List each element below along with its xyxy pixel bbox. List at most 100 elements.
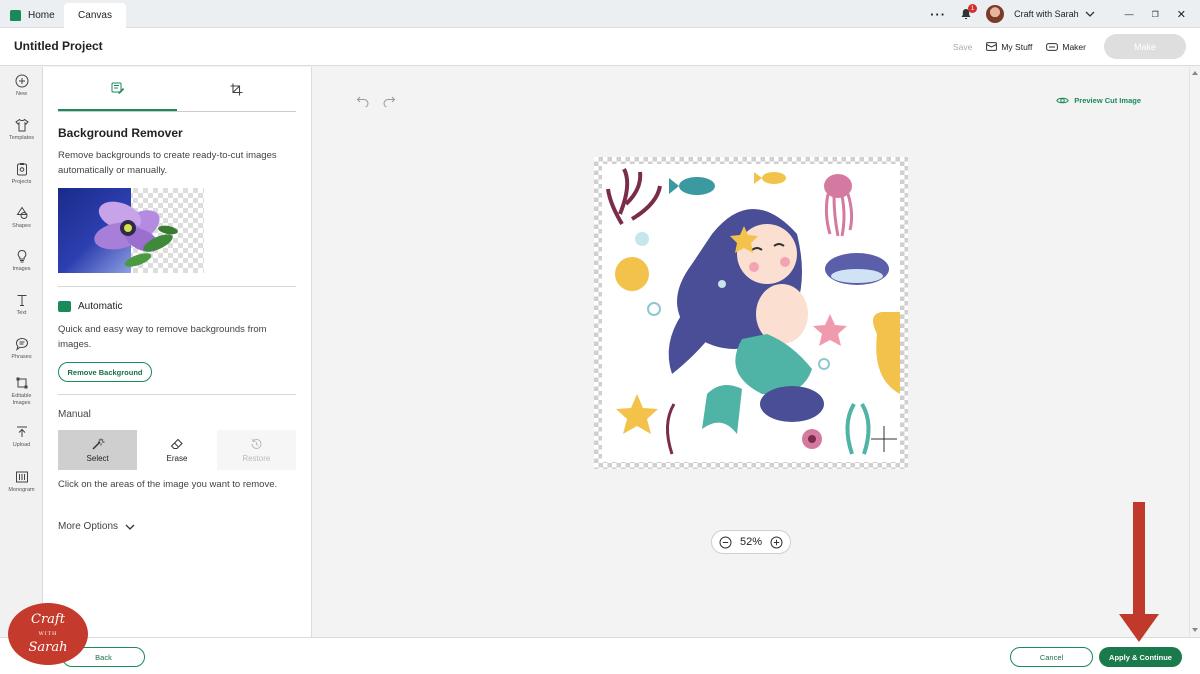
nav-phrases-label: Phrases [11, 354, 32, 360]
nav-text-label: Text [16, 310, 27, 316]
mermaid-image[interactable] [602, 164, 900, 462]
nav-text[interactable]: Text [0, 293, 43, 316]
cancel-button[interactable]: Cancel [1010, 647, 1093, 667]
more-options-toggle[interactable]: More Options [58, 521, 135, 532]
upload-icon [16, 426, 27, 437]
project-header: Untitled Project Save My Stuff Maker Mak… [0, 28, 1200, 66]
tab-canvas[interactable]: Canvas [64, 3, 126, 28]
zoom-out-icon[interactable] [719, 536, 732, 549]
nav-new[interactable]: New [0, 74, 43, 97]
home-icon [10, 10, 21, 21]
craft-with-sarah-logo: Craft WITH Sarah [8, 603, 88, 665]
panel-title: Background Remover [58, 126, 183, 140]
restore-tool-button[interactable]: Restore [216, 430, 296, 470]
plus-circle-icon [15, 74, 28, 88]
scroll-down-icon[interactable] [1191, 627, 1199, 633]
erase-tool-button[interactable]: Erase [137, 430, 216, 470]
account-name[interactable]: Craft with Sarah [1014, 9, 1079, 19]
nav-upload[interactable]: Upload [0, 425, 43, 448]
scroll-up-icon[interactable] [1191, 70, 1199, 76]
logo-line1: Craft [31, 612, 65, 627]
nav-shapes[interactable]: Shapes [0, 206, 43, 229]
folder-icon [986, 42, 998, 51]
page-title: Untitled Project [14, 39, 103, 53]
nav-shapes-label: Shapes [12, 223, 31, 229]
maker-button[interactable]: Maker [1046, 42, 1086, 52]
maximize-icon[interactable]: ❐ [1152, 10, 1159, 19]
save-button[interactable]: Save [953, 42, 972, 52]
vertical-scrollbar[interactable] [1189, 67, 1200, 637]
nav-projects-label: Projects [11, 179, 32, 185]
nav-templates-label: Templates [8, 135, 35, 141]
redo-icon[interactable] [382, 95, 396, 107]
make-button[interactable]: Make [1104, 34, 1186, 59]
undo-icon[interactable] [356, 95, 370, 107]
tab-crop[interactable] [177, 67, 296, 111]
magic-wand-icon [92, 438, 105, 450]
chevron-down-icon[interactable] [1085, 10, 1095, 18]
nav-projects[interactable]: Projects [0, 162, 43, 185]
left-navigation: New Templates Projects Shapes Images Tex… [0, 67, 43, 674]
red-arrow-annotation [1119, 502, 1159, 642]
nav-monogram[interactable]: Monogram [0, 470, 43, 493]
browser-tab-bar: Home Canvas ··· 1 Craft with Sarah — ❐ ✕ [0, 0, 1200, 28]
avatar[interactable] [986, 5, 1005, 23]
my-stuff-label: My Stuff [1001, 41, 1033, 52]
automatic-description: Quick and easy way to remove backgrounds… [58, 324, 267, 350]
speech-bubble-icon [15, 337, 28, 351]
preview-cut-image-button[interactable]: Preview Cut Image [1056, 96, 1141, 105]
tab-home[interactable]: Home [10, 3, 55, 28]
tab-home-label: Home [28, 10, 55, 21]
nav-editable-images[interactable]: Editable Images [0, 376, 43, 407]
nav-monogram-label: Monogram [8, 487, 35, 493]
tab-divider [58, 111, 296, 112]
nav-phrases[interactable]: Phrases [0, 337, 43, 360]
minimize-icon[interactable]: — [1125, 9, 1134, 19]
nav-upload-label: Upload [12, 442, 31, 448]
canvas-area[interactable]: Preview Cut Image 52% [312, 67, 1189, 637]
crop-icon [230, 83, 243, 95]
more-options-label: More Options [58, 521, 119, 532]
automatic-icon [58, 301, 71, 312]
shapes-icon [16, 206, 27, 219]
automatic-label: Automatic [78, 301, 123, 312]
automatic-heading: Automatic [58, 301, 122, 312]
tab-canvas-label: Canvas [78, 10, 112, 21]
restore-icon [251, 438, 262, 449]
my-stuff-button[interactable]: My Stuff [986, 42, 1032, 52]
divider [58, 286, 296, 287]
nav-templates[interactable]: Templates [0, 118, 43, 141]
zoom-control: 52% [711, 530, 791, 554]
restore-tool-label: Restore [242, 453, 271, 463]
more-options-icon[interactable]: ··· [930, 7, 946, 22]
panel-description: Remove backgrounds to create ready-to-cu… [58, 150, 277, 176]
select-tool-button[interactable]: Select [58, 430, 138, 470]
example-thumbnail [58, 188, 204, 273]
manual-description: Click on the areas of the image you want… [58, 479, 278, 490]
divider [58, 394, 296, 395]
apply-continue-button[interactable]: Apply & Continue [1099, 647, 1182, 667]
zoom-level: 52% [739, 536, 763, 548]
editable-image-icon [16, 377, 27, 389]
chevron-down-icon [125, 524, 135, 530]
close-icon[interactable]: ✕ [1177, 8, 1186, 21]
remove-background-button[interactable]: Remove Background [58, 362, 152, 382]
notification-badge: 1 [968, 4, 978, 13]
tab-edit[interactable] [58, 67, 177, 111]
nav-images-label: Images [12, 266, 31, 272]
zoom-in-icon[interactable] [770, 536, 783, 549]
preview-label: Preview Cut Image [1074, 96, 1141, 105]
select-tool-label: Select [86, 453, 109, 463]
manual-tools: Select Erase Restore [58, 430, 296, 470]
nav-images[interactable]: Images [0, 249, 43, 272]
notifications-button[interactable]: 1 [960, 4, 978, 20]
image-canvas[interactable] [594, 157, 908, 469]
projects-icon [16, 163, 27, 176]
eye-icon [1056, 97, 1070, 104]
background-remover-panel: Background Remover Remove backgrounds to… [43, 67, 312, 637]
edit-image-icon [111, 82, 124, 94]
logo-line2: Sarah [28, 640, 68, 655]
text-icon [17, 295, 26, 306]
machine-icon [1046, 42, 1059, 51]
erase-tool-label: Erase [166, 453, 188, 463]
